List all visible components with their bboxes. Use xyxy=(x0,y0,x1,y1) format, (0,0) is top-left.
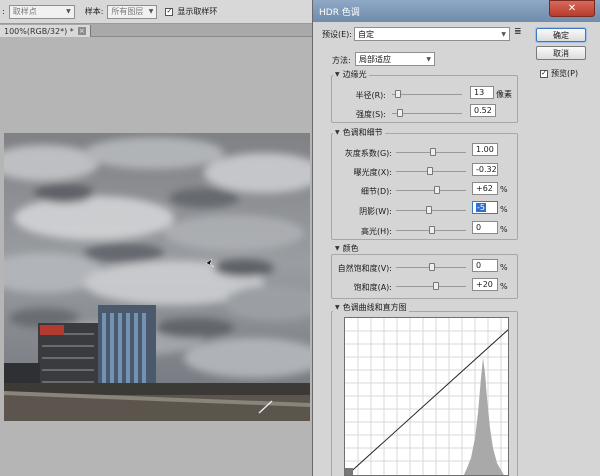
detail-slider-track[interactable] xyxy=(396,190,466,191)
chevron-down-icon: ▼ xyxy=(501,30,506,38)
exposure-input[interactable]: -0.32 xyxy=(472,163,498,176)
radius-slider-thumb[interactable] xyxy=(395,90,401,98)
vibrance-slider-thumb[interactable] xyxy=(429,263,435,271)
highlight-value: 0 xyxy=(476,223,482,232)
sample-point-value: 取样点 xyxy=(12,7,37,16)
show-ring-label: 显示取样环 xyxy=(177,7,218,16)
exposure-value: -0.32 xyxy=(476,165,497,174)
sample-label: 样本: xyxy=(84,7,104,16)
saturation-slider-thumb[interactable] xyxy=(433,282,439,290)
radius-label: 半径(R): xyxy=(355,91,387,100)
chevron-down-icon: ▼ xyxy=(66,8,71,15)
gamma-input[interactable]: 1.00 xyxy=(472,143,498,156)
detail-value: +62 xyxy=(476,184,493,193)
preview-checkbox[interactable]: ✓ xyxy=(540,69,548,78)
vibrance-unit: % xyxy=(500,263,508,272)
radius-unit: 像素 xyxy=(496,90,512,99)
method-dropdown[interactable]: 局部适应 ▼ xyxy=(355,52,435,66)
options-bar: : 取样点 ▼ 样本: 所有图层 ▼ ✓ 显示取样环 xyxy=(0,0,314,24)
radius-value: 13 xyxy=(474,88,485,97)
radius-input[interactable]: 13 xyxy=(470,86,494,99)
shadow-value: -5 xyxy=(476,203,486,212)
close-button[interactable]: ✕ xyxy=(549,0,595,17)
preset-label: 预设(E): xyxy=(322,30,352,39)
highlight-input[interactable]: 0 xyxy=(472,221,498,234)
cancel-button[interactable]: 取消 xyxy=(536,46,586,60)
saturation-value: +20 xyxy=(476,280,493,289)
vibrance-value: 0 xyxy=(476,261,482,270)
document-canvas-image[interactable] xyxy=(4,133,310,421)
saturation-input[interactable]: +20 xyxy=(472,278,498,291)
tone-detail-header[interactable]: ▼ 色调和细节 xyxy=(333,127,385,138)
preset-value: 自定 xyxy=(358,29,374,39)
chevron-down-icon: ▼ xyxy=(148,8,154,15)
cancel-label: 取消 xyxy=(553,48,569,58)
gamma-value: 1.00 xyxy=(476,145,494,154)
vibrance-input[interactable]: 0 xyxy=(472,259,498,272)
sample-layers-dropdown[interactable]: 所有图层 ▼ xyxy=(107,4,158,19)
dialog-title: HDR 色调 xyxy=(319,8,360,18)
highlight-label: 高光(H): xyxy=(361,227,392,236)
shadow-slider-thumb[interactable] xyxy=(426,206,432,214)
gamma-label: 灰度系数(G): xyxy=(344,149,392,158)
sample-layers-value: 所有图层 xyxy=(111,7,144,16)
tone-detail-title: 色调和细节 xyxy=(342,128,383,137)
ok-button[interactable]: 确定 xyxy=(536,28,586,42)
edge-glow-title: 边缘光 xyxy=(342,70,367,79)
shadow-input[interactable]: -5 xyxy=(472,201,498,214)
document-tab[interactable]: 100%(RGB/32*) * × xyxy=(0,25,91,37)
curve-title: 色调曲线和直方图 xyxy=(342,303,407,312)
sample-label-prefix: : xyxy=(2,7,5,16)
sample-point-dropdown[interactable]: 取样点 ▼ xyxy=(8,4,75,19)
vibrance-label: 自然饱和度(V): xyxy=(337,264,392,273)
strength-input[interactable]: 0.52 xyxy=(470,104,496,117)
strength-value: 0.52 xyxy=(474,106,492,115)
highlight-slider-thumb[interactable] xyxy=(429,226,435,234)
strength-slider-thumb[interactable] xyxy=(397,109,403,117)
preset-menu-icon[interactable]: ≣ xyxy=(514,27,522,37)
preset-dropdown[interactable]: 自定 ▼ xyxy=(354,27,510,41)
shadow-label: 阴影(W): xyxy=(359,207,392,216)
color-title: 颜色 xyxy=(342,244,359,253)
chevron-down-icon: ▼ xyxy=(426,55,431,63)
tone-curve-graph[interactable] xyxy=(344,317,509,476)
collapse-triangle-icon: ▼ xyxy=(335,129,340,136)
highlight-unit: % xyxy=(500,225,508,234)
saturation-unit: % xyxy=(500,282,508,291)
close-icon[interactable]: × xyxy=(77,27,86,35)
saturation-slider-track[interactable] xyxy=(396,286,466,287)
saturation-label: 饱和度(A): xyxy=(353,283,392,292)
gamma-slider-thumb[interactable] xyxy=(430,148,436,156)
detail-unit: % xyxy=(500,185,508,194)
hdr-sky-building-image xyxy=(4,133,310,421)
method-value: 局部适应 xyxy=(359,54,391,64)
collapse-triangle-icon: ▼ xyxy=(335,71,340,78)
method-label: 方法: xyxy=(332,56,351,65)
ok-label: 确定 xyxy=(553,30,569,40)
detail-slider-thumb[interactable] xyxy=(434,186,440,194)
document-tab-bar: 100%(RGB/32*) * × xyxy=(0,24,314,37)
shadow-unit: % xyxy=(500,205,508,214)
color-header[interactable]: ▼ 颜色 xyxy=(333,243,361,254)
edge-glow-header[interactable]: ▼ 边缘光 xyxy=(333,69,369,80)
exposure-label: 曝光度(X): xyxy=(353,168,392,177)
close-icon: ✕ xyxy=(567,3,577,14)
document-tab-title: 100%(RGB/32*) * xyxy=(4,26,74,36)
collapse-triangle-icon: ▼ xyxy=(335,245,340,252)
show-ring-checkbox[interactable]: ✓ xyxy=(165,7,174,16)
exposure-slider-thumb[interactable] xyxy=(427,167,433,175)
collapse-triangle-icon: ▼ xyxy=(335,304,340,311)
detail-label: 细节(D): xyxy=(360,187,392,196)
preview-label: 预览(P) xyxy=(551,69,579,78)
strength-label: 强度(S): xyxy=(355,110,386,119)
preview-option[interactable]: ✓ 预览(P) xyxy=(540,68,578,79)
detail-input[interactable]: +62 xyxy=(472,182,498,195)
dialog-titlebar[interactable]: HDR 色调 ✕ xyxy=(312,0,600,22)
curve-header[interactable]: ▼ 色调曲线和直方图 xyxy=(333,302,409,313)
curve-histogram-canvas xyxy=(345,318,508,475)
radius-slider-track[interactable] xyxy=(392,94,462,95)
